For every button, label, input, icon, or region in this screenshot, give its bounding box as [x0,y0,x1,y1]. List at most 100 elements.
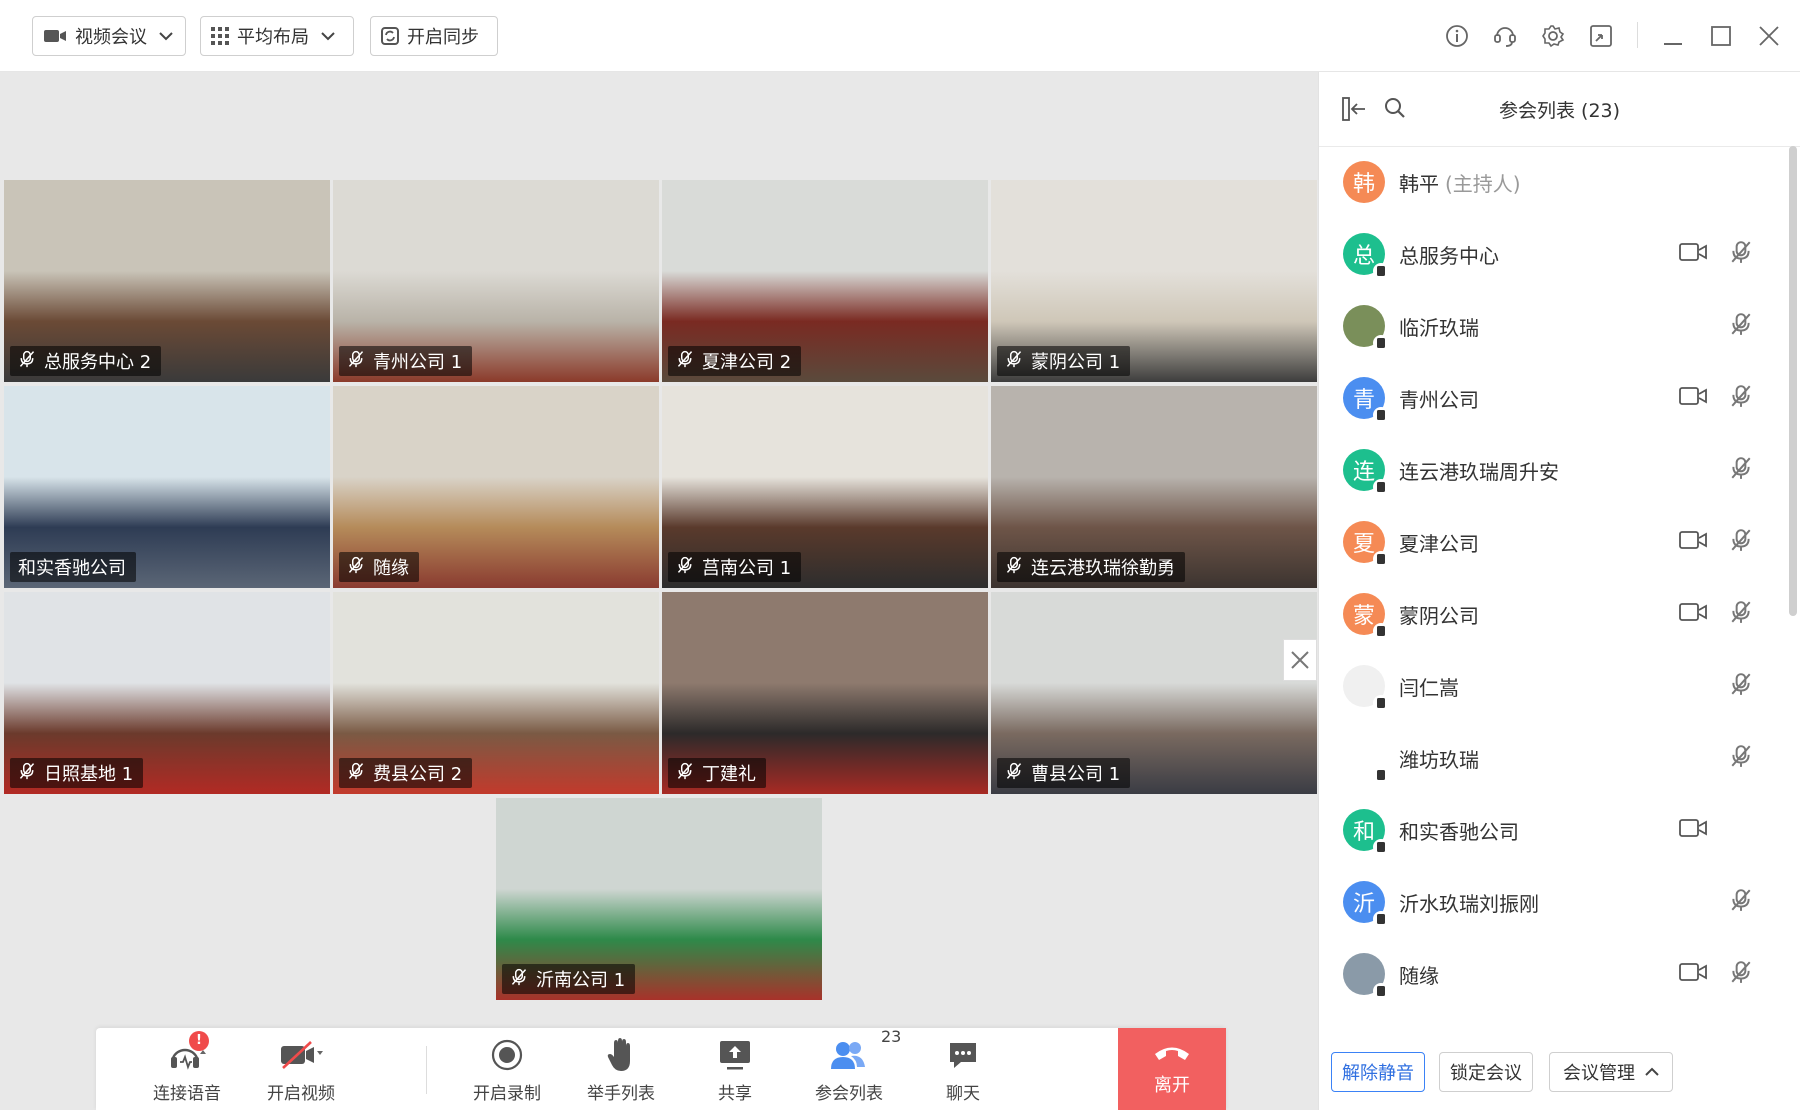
video-tile[interactable]: 丁建礼 [662,592,988,794]
avatar-initial: 连 [1352,460,1375,485]
raise-hands-label: 举手列表 [587,1083,655,1104]
video-tile[interactable]: 总服务中心 2 [4,180,330,382]
minimize-icon[interactable] [1658,21,1688,51]
close-icon[interactable] [1283,639,1317,681]
tile-caption: 莒南公司 1 [668,552,802,582]
video-camera-icon[interactable] [1679,962,1707,986]
shrink-window-icon[interactable] [1586,21,1616,51]
video-tile[interactable]: 日照基地 1 [4,592,330,794]
participant-row[interactable]: 和和实香驰公司 [1319,794,1789,866]
video-tile[interactable]: 莒南公司 1 [662,386,988,588]
participants-button[interactable]: 23 参会列表 [794,1027,904,1110]
mic-off-icon[interactable] [1729,672,1753,700]
tile-label: 曹县公司 1 [1031,764,1121,785]
video-tile[interactable]: 费县公司 2 [333,592,659,794]
device-icon [1373,911,1389,927]
mic-off-icon [676,556,694,579]
participant-name: 潍坊玖瑞 [1399,744,1479,773]
share-button[interactable]: 共享 [680,1028,790,1110]
layout-dropdown[interactable]: 平均布局 [200,16,354,56]
start-video-button[interactable]: 开启视频 [246,1028,356,1110]
search-icon[interactable] [1383,96,1407,124]
mic-off-icon[interactable] [1729,240,1753,268]
gear-icon[interactable] [1538,21,1568,51]
video-camera-icon[interactable] [1679,602,1707,626]
mic-off-icon[interactable] [1729,528,1753,556]
start-recording-button[interactable]: 开启录制 [452,1028,562,1110]
participant-row[interactable]: 总总服务中心 [1319,218,1789,290]
participant-row[interactable]: 夏夏津公司 [1319,506,1789,578]
divider [426,1046,427,1094]
users-icon [831,1041,865,1069]
start-video-label: 开启视频 [267,1083,335,1104]
close-window-icon[interactable] [1754,21,1784,51]
avatar [1343,953,1389,999]
participant-row[interactable]: 连连云港玖瑞周升安 [1319,434,1789,506]
video-tile[interactable]: 和实香驰公司 [4,386,330,588]
tile-label: 青州公司 1 [373,352,463,373]
device-icon [1373,695,1389,711]
mic-off-icon[interactable] [1729,960,1753,988]
participant-name: 随缘 [1399,960,1439,989]
mic-off-icon[interactable] [1729,744,1753,772]
mic-off-icon [676,762,694,785]
video-tile[interactable]: 沂南公司 1 [496,798,822,1000]
participant-row[interactable]: 沂沂水玖瑞刘振刚 [1319,866,1789,938]
chat-button[interactable]: 聊天 [908,1028,1018,1110]
participant-row[interactable]: 随缘 [1319,938,1789,1010]
mic-off-icon[interactable] [1729,600,1753,628]
avatar [1343,665,1389,711]
support-icon[interactable] [1490,21,1520,51]
raise-hands-button[interactable]: 举手列表 [566,1028,676,1110]
meeting-management-dropdown[interactable]: 会议管理 [1549,1052,1673,1092]
participant-row[interactable]: 闫仁嵩 [1319,650,1789,722]
collapse-panel-icon[interactable] [1341,96,1367,126]
unmute-all-button[interactable]: 解除静音 [1331,1052,1425,1092]
video-camera-icon[interactable] [1679,818,1707,842]
video-tile[interactable]: 夏津公司 2 [662,180,988,382]
mic-off-icon [676,350,694,373]
maximize-icon[interactable] [1706,21,1736,51]
device-icon [1373,767,1389,783]
video-camera-icon[interactable] [1679,530,1707,554]
scrollbar[interactable] [1789,146,1797,616]
video-camera-icon[interactable] [1679,242,1707,266]
leave-label: 离开 [1154,1075,1190,1096]
video-tile[interactable]: 连云港玖瑞徐勤勇 [991,386,1317,588]
panel-title: 参会列表 (23) [1499,100,1621,122]
share-screen-icon [720,1040,750,1069]
participant-name: 和实香驰公司 [1399,816,1519,845]
video-tile[interactable]: 曹县公司 1 [991,592,1317,794]
video-tile[interactable]: 青州公司 1 [333,180,659,382]
sync-button[interactable]: 开启同步 [370,16,498,56]
participant-row[interactable]: 临沂玖瑞 [1319,290,1789,362]
info-icon[interactable] [1442,21,1472,51]
mic-off-icon[interactable] [1729,312,1753,340]
device-icon [1373,479,1389,495]
chevron-up-icon [1645,1067,1659,1076]
avatar-initial: 韩 [1352,172,1375,197]
lock-meeting-button[interactable]: 锁定会议 [1439,1052,1533,1092]
device-icon [1373,623,1389,639]
avatar: 总 [1343,233,1389,279]
tile-label: 费县公司 2 [373,764,463,785]
mic-off-icon[interactable] [1729,384,1753,412]
video-off-icon [281,1040,323,1069]
participant-row[interactable]: 蒙蒙阴公司 [1319,578,1789,650]
mic-off-icon[interactable] [1729,888,1753,916]
tile-caption: 丁建礼 [668,758,766,788]
mic-off-icon[interactable] [1729,456,1753,484]
view-mode-dropdown[interactable]: 视频会议 [32,16,186,56]
video-camera-icon[interactable] [1679,386,1707,410]
avatar: 夏 [1343,521,1389,567]
leave-button[interactable]: 离开 [1118,1028,1226,1110]
tile-label: 沂南公司 1 [536,970,626,991]
connect-audio-button[interactable]: ! 连接语音 [132,1028,242,1110]
participant-row[interactable]: 青青州公司 [1319,362,1789,434]
participant-row[interactable]: 潍坊玖瑞 [1319,722,1789,794]
participant-row[interactable]: 韩韩平 (主持人) [1319,146,1789,218]
video-tile[interactable]: 蒙阴公司 1 [991,180,1317,382]
avatar: 韩 [1343,161,1385,203]
video-tile[interactable]: 随缘 [333,386,659,588]
tile-caption: 和实香驰公司 [10,552,136,582]
